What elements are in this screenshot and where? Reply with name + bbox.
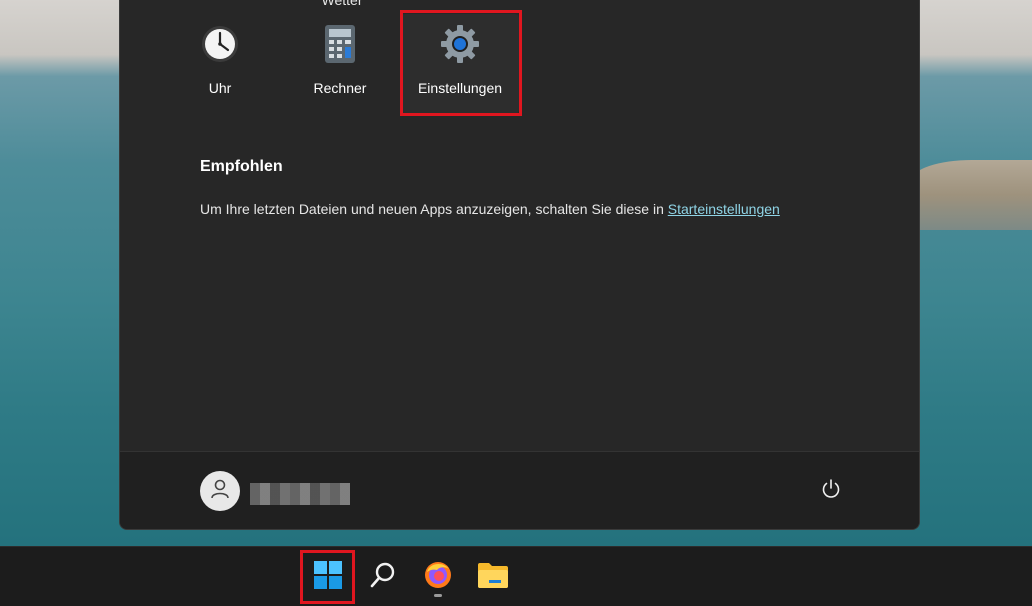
taskbar — [0, 546, 1032, 606]
power-icon — [820, 478, 842, 505]
recommended-heading: Empfohlen — [200, 158, 283, 175]
pinned-app-calculator[interactable]: Rechner — [281, 14, 399, 114]
search-icon — [369, 561, 397, 594]
power-button[interactable] — [816, 476, 846, 506]
recommended-message: Um Ihre letzten Dateien und neuen Apps a… — [200, 201, 780, 217]
file-explorer-icon — [477, 561, 509, 594]
file-explorer-button[interactable] — [469, 553, 517, 601]
user-avatar[interactable] — [200, 471, 240, 511]
pinned-app-label: Uhr — [208, 80, 232, 96]
firefox-icon — [423, 560, 453, 595]
recommended-text: Um Ihre letzten Dateien und neuen Apps a… — [200, 201, 668, 217]
pinned-app-label: Rechner — [313, 80, 367, 96]
start-settings-link[interactable]: Starteinstellungen — [668, 201, 780, 217]
firefox-button[interactable] — [414, 553, 462, 601]
user-icon — [209, 478, 231, 505]
username-redacted[interactable] — [250, 483, 350, 505]
pinned-app-clock[interactable]: Uhr — [161, 14, 279, 114]
search-button[interactable] — [359, 553, 407, 601]
settings-highlight-box — [400, 10, 522, 116]
clock-icon — [198, 22, 242, 66]
pinned-app-label-partial: Wetter — [321, 0, 363, 8]
start-button-highlight-box — [300, 550, 355, 604]
running-indicator — [434, 594, 442, 597]
wallpaper-shore — [912, 160, 1032, 230]
calculator-icon — [318, 22, 362, 66]
start-menu: Wetter Uhr Rechner Einstellungen Empfohl… — [119, 0, 920, 530]
start-menu-footer — [120, 451, 919, 529]
